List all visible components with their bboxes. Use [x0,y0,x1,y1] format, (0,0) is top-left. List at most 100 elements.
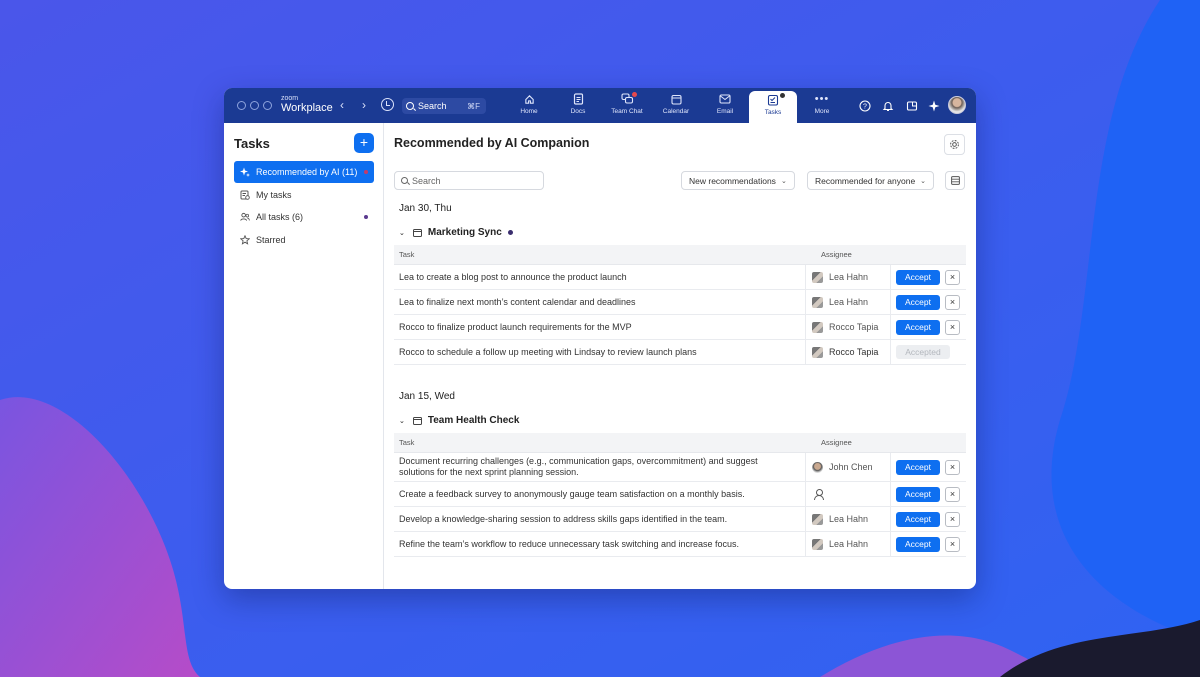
minimize-window-button[interactable] [250,101,259,110]
nav-calendar[interactable]: Calendar [654,92,698,120]
nav-more[interactable]: ••• More [800,92,844,120]
table-row: Create a feedback survey to anonymously … [394,482,966,507]
calendar-icon [413,417,422,425]
task-text[interactable]: Lea to create a blog post to announce th… [394,265,806,289]
sparkle-icon [240,167,250,177]
task-text[interactable]: Lea to finalize next month’s content cal… [394,290,806,314]
forward-arrow-icon[interactable]: › [362,98,366,112]
avatar[interactable] [948,96,966,114]
task-text[interactable]: Rocco to finalize product launch require… [394,315,806,339]
help-icon[interactable]: ? [859,99,871,111]
task-text[interactable]: Develop a knowledge-sharing session to a… [394,507,806,531]
search-shortcut: ⌘F [467,102,480,111]
app-window: zoom Workplace ‹ › Search ⌘F Home Docs [224,88,976,589]
table-row: Rocco to schedule a follow up meeting wi… [394,340,966,365]
back-arrow-icon[interactable]: ‹ [340,98,344,112]
assignee[interactable] [806,482,891,506]
avatar [812,539,823,550]
meeting-header[interactable]: ⌄ Team Health Check [399,415,519,426]
unread-dot [364,215,368,219]
task-search-input[interactable]: Search [394,171,544,190]
sidebar-list: Recommended by AI (11) My tasks All task… [234,161,374,251]
table-row: Rocco to finalize product launch require… [394,315,966,340]
accept-button[interactable]: Accept [896,460,940,475]
avatar [812,347,823,358]
ai-sparkle-icon[interactable] [928,99,940,111]
nav-tasks[interactable]: Tasks [749,91,797,123]
global-search-button[interactable]: Search ⌘F [402,98,486,114]
accept-button[interactable]: Accept [896,295,940,310]
table-row: Lea to create a blog post to announce th… [394,265,966,290]
history-icon[interactable] [381,98,394,111]
task-text[interactable]: Create a feedback survey to anonymously … [394,482,806,506]
assignee[interactable]: Lea Hahn [806,265,891,289]
avatar [812,514,823,525]
calendar-icon [654,92,698,106]
task-text[interactable]: Document recurring challenges (e.g., com… [394,453,806,481]
dismiss-button[interactable]: × [945,295,960,310]
nav-home[interactable]: Home [507,92,551,120]
dismiss-button[interactable]: × [945,487,960,502]
assignee[interactable]: Lea Hahn [806,290,891,314]
accept-button[interactable]: Accept [896,270,940,285]
accepted-status: Accepted [896,345,950,359]
table-row: Develop a knowledge-sharing session to a… [394,507,966,532]
task-text[interactable]: Refine the team’s workflow to reduce unn… [394,532,806,556]
team-chat-icon [605,92,649,106]
notification-dot [632,92,637,97]
add-assignee-icon[interactable] [814,489,825,500]
dismiss-button[interactable]: × [945,270,960,285]
sidebar-item-all-tasks[interactable]: All tasks (6) [234,206,374,228]
list-view-icon [951,176,960,185]
avatar [812,462,823,473]
whiteboard-icon[interactable] [906,99,918,111]
close-window-button[interactable] [237,101,246,110]
sidebar-item-starred[interactable]: Starred [234,229,374,251]
tasks-icon [749,93,797,107]
window-controls [237,101,272,110]
main-panel: Recommended by AI Companion Search New r… [384,123,976,589]
calendar-icon [413,229,422,237]
unread-dot [508,230,513,235]
unread-dot [364,170,368,174]
nav-team-chat[interactable]: Team Chat [605,92,649,120]
sidebar-item-recommended[interactable]: Recommended by AI (11) [234,161,374,183]
sidebar: Tasks + Recommended by AI (11) My tasks [224,123,384,589]
table-row: Lea to finalize next month’s content cal… [394,290,966,315]
nav-docs[interactable]: Docs [556,92,600,120]
nav-email[interactable]: Email [703,92,747,120]
assignee[interactable]: Rocco Tapia [806,315,891,339]
assignee[interactable]: Lea Hahn [806,532,891,556]
accept-button[interactable]: Accept [896,537,940,552]
home-icon [507,92,551,106]
docs-icon [556,92,600,106]
sidebar-item-my-tasks[interactable]: My tasks [234,184,374,206]
dismiss-button[interactable]: × [945,460,960,475]
avatar [812,322,823,333]
task-text[interactable]: Rocco to schedule a follow up meeting wi… [394,340,806,364]
accept-button[interactable]: Accept [896,320,940,335]
dismiss-button[interactable]: × [945,512,960,527]
table-row: Refine the team’s workflow to reduce unn… [394,532,966,557]
assignee[interactable]: John Chen [806,453,891,481]
maximize-window-button[interactable] [263,101,272,110]
settings-button[interactable] [944,134,965,155]
add-task-button[interactable]: + [354,133,374,153]
dismiss-button[interactable]: × [945,320,960,335]
meeting-header[interactable]: ⌄ Marketing Sync [399,227,513,238]
group-date: Jan 15, Wed [399,391,455,402]
bell-icon[interactable] [882,99,894,111]
accept-button[interactable]: Accept [896,487,940,502]
chevron-down-icon[interactable]: ⌄ [399,417,405,425]
assignee-filter-dropdown[interactable]: Recommended for anyone ⌄ [807,171,934,190]
page-title: Recommended by AI Companion [394,136,589,150]
recommendation-filter-dropdown[interactable]: New recommendations ⌄ [681,171,795,190]
notification-dot [780,93,785,98]
view-toggle-button[interactable] [945,171,965,190]
dismiss-button[interactable]: × [945,537,960,552]
accept-button[interactable]: Accept [896,512,940,527]
more-icon: ••• [800,92,844,106]
assignee[interactable]: Lea Hahn [806,507,891,531]
chevron-down-icon[interactable]: ⌄ [399,229,405,237]
assignee[interactable]: Rocco Tapia [806,340,891,364]
